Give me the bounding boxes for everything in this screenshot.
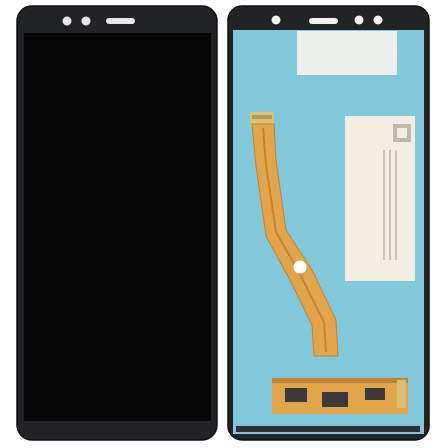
back-hole-icon (373, 15, 383, 25)
front-camera-icon (62, 16, 72, 26)
back-view (227, 5, 430, 441)
back-hole-icon (354, 15, 364, 25)
front-sensor-icon (81, 16, 91, 26)
earpiece-slot (106, 18, 135, 24)
bottom-board-shadow (272, 378, 408, 383)
sticker-print-line (383, 150, 385, 260)
bottom-component (365, 388, 385, 400)
qr-code-icon-inner (397, 128, 407, 138)
sticker-print-line (389, 150, 391, 260)
bottom-strip (236, 426, 420, 432)
back-hole-icon (271, 15, 281, 25)
bottom-component (285, 388, 307, 402)
back-slot (309, 18, 338, 24)
flex-cable-hole (293, 260, 307, 274)
front-view (16, 5, 218, 441)
front-screen (24, 33, 211, 421)
flex-connector-top-pins (252, 115, 272, 119)
product-photo (0, 0, 447, 448)
bottom-connector (397, 380, 406, 408)
sticker-print-line (395, 150, 397, 260)
right-sticker (345, 116, 415, 281)
top-label (297, 31, 397, 75)
bottom-component (322, 392, 348, 407)
